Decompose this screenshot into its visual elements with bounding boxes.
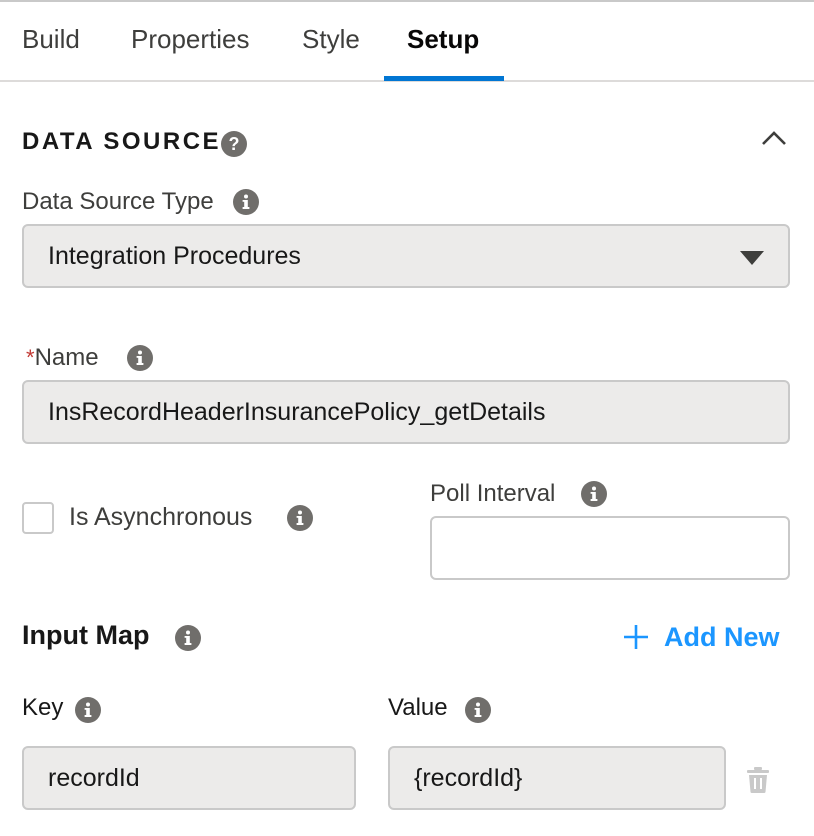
info-icon[interactable] (75, 697, 101, 723)
is-asynchronous-label: Is Asynchronous (69, 503, 253, 531)
name-value: InsRecordHeaderInsurancePolicy_getDetail… (48, 397, 546, 426)
info-icon[interactable] (233, 189, 259, 215)
info-icon[interactable] (581, 481, 607, 507)
input-map-value-value: {recordId} (414, 763, 523, 792)
info-icon[interactable] (175, 625, 201, 651)
poll-interval-label: Poll Interval (430, 480, 556, 507)
tab-setup[interactable]: Setup (407, 24, 479, 55)
chevron-down-icon (740, 251, 764, 265)
input-map-title: Input Map (22, 620, 150, 650)
data-source-type-select[interactable]: Integration Procedures (22, 224, 790, 288)
tab-build[interactable]: Build (22, 24, 80, 55)
info-icon[interactable] (287, 505, 313, 531)
value-column-label: Value (388, 694, 448, 721)
section-title: DATA SOURCE (22, 128, 222, 155)
trash-icon[interactable] (746, 766, 770, 794)
is-asynchronous-checkbox[interactable] (22, 502, 54, 534)
required-marker: * (26, 345, 35, 370)
tab-properties[interactable]: Properties (131, 24, 250, 55)
tab-style[interactable]: Style (302, 24, 360, 55)
name-input[interactable]: InsRecordHeaderInsurancePolicy_getDetail… (22, 380, 790, 444)
add-new-button[interactable]: Add New (622, 620, 780, 654)
poll-interval-input[interactable] (430, 516, 790, 580)
data-source-type-value: Integration Procedures (48, 241, 301, 270)
input-map-key-field[interactable]: recordId (22, 746, 356, 810)
info-icon[interactable] (127, 345, 153, 371)
plus-icon (624, 625, 648, 649)
key-column-label: Key (22, 694, 64, 721)
name-label-row: *Name (26, 344, 99, 372)
input-map-value-field[interactable]: {recordId} (388, 746, 726, 810)
add-new-label: Add New (664, 621, 780, 652)
help-icon[interactable]: ? (221, 131, 247, 157)
input-map-key-value: recordId (48, 763, 140, 792)
active-tab-indicator (384, 76, 504, 81)
chevron-up-icon[interactable] (760, 128, 788, 148)
info-icon[interactable] (465, 697, 491, 723)
data-source-type-label: Data Source Type (22, 188, 214, 215)
tab-bar: Build Properties Style Setup (0, 0, 814, 82)
name-label: Name (34, 344, 99, 371)
